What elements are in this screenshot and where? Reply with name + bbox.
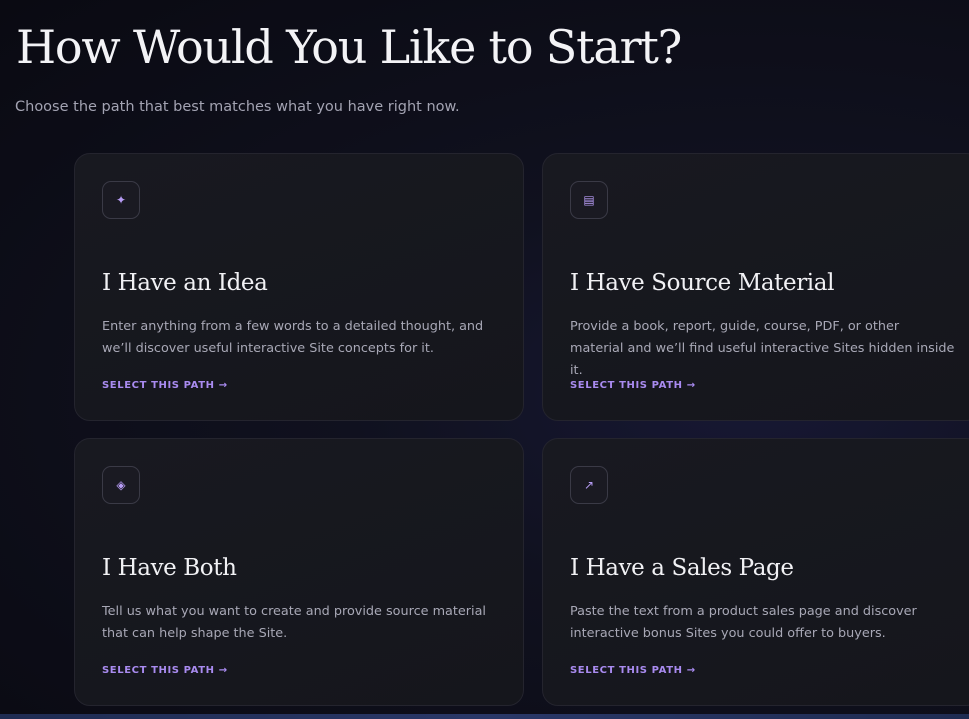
path-card-idea[interactable]: ✦ I Have an Idea Enter anything from a f… (74, 153, 524, 421)
card-description: Tell us what you want to create and prov… (102, 604, 486, 641)
select-path-link[interactable]: SELECT THIS PATH → (570, 380, 696, 391)
card-description: Paste the text from a product sales page… (570, 604, 917, 641)
page-title: How Would You Like to Start? (16, 20, 682, 74)
document-icon: ▤ (570, 181, 608, 219)
path-card-source-material[interactable]: ▤ I Have Source Material Provide a book,… (542, 153, 969, 421)
select-path-link[interactable]: SELECT THIS PATH → (102, 665, 228, 676)
card-description: Enter anything from a few words to a det… (102, 319, 484, 356)
page-subtitle: Choose the path that best matches what y… (15, 99, 460, 115)
path-card-both[interactable]: ◈ I Have Both Tell us what you want to c… (74, 438, 524, 706)
arrow-up-right-icon: ↗ (570, 466, 608, 504)
card-description: Provide a book, report, guide, course, P… (570, 319, 955, 378)
path-card-sales-page[interactable]: ↗ I Have a Sales Page Paste the text fro… (542, 438, 969, 706)
select-path-link[interactable]: SELECT THIS PATH → (102, 380, 228, 391)
sparkle-icon: ✦ (102, 181, 140, 219)
card-title: I Have Both (102, 555, 237, 581)
diamond-icon: ◈ (102, 466, 140, 504)
card-title: I Have Source Material (570, 270, 835, 296)
card-title: I Have a Sales Page (570, 555, 794, 581)
card-title: I Have an Idea (102, 270, 268, 296)
bottom-bar (0, 714, 969, 719)
select-path-link[interactable]: SELECT THIS PATH → (570, 665, 696, 676)
